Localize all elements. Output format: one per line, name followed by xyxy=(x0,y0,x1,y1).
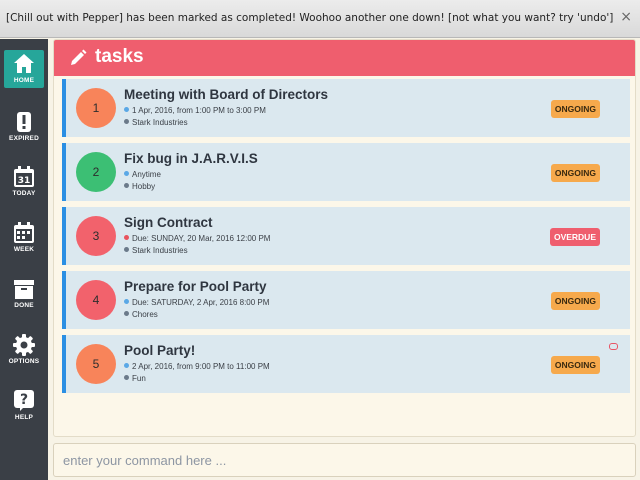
tag-dot-icon xyxy=(124,183,129,188)
sidebar-item-label: HELP xyxy=(14,414,34,421)
gear-icon xyxy=(13,334,35,356)
task-tag: Hobby xyxy=(132,182,156,191)
sidebar-item-label: EXPIRED xyxy=(9,135,39,142)
sidebar-item-help[interactable]: ? HELP xyxy=(4,387,44,425)
time-dot-icon xyxy=(124,363,129,368)
task-tag: Stark Industries xyxy=(132,118,188,127)
task-tag: Chores xyxy=(132,310,158,319)
tag-dot-icon xyxy=(124,311,129,316)
due-dot-icon xyxy=(124,235,129,240)
task-title: Meeting with Board of Directors xyxy=(124,87,329,102)
sidebar-item-today[interactable]: 31 TODAY xyxy=(4,163,44,201)
sidebar-item-done[interactable]: DONE xyxy=(4,275,44,313)
sidebar-item-home[interactable]: HOME xyxy=(4,50,44,88)
status-badge: OVERDUE xyxy=(549,228,600,246)
sidebar-item-label: WEEK xyxy=(13,246,35,253)
time-dot-icon xyxy=(124,107,129,112)
sidebar-item-expired[interactable]: EXPIRED xyxy=(4,108,44,146)
task-title: Sign Contract xyxy=(124,215,213,230)
task-card[interactable]: 1 Meeting with Board of Directors 1 Apr,… xyxy=(62,79,630,137)
sidebar-item-options[interactable]: OPTIONS xyxy=(4,331,44,369)
command-input[interactable] xyxy=(53,443,636,477)
task-title: Fix bug in J.A.R.V.I.S xyxy=(124,151,258,166)
sidebar-item-label: DONE xyxy=(14,302,34,309)
tag-dot-icon xyxy=(124,375,129,380)
task-tag: Stark Industries xyxy=(132,246,188,255)
exclamation-icon xyxy=(17,112,31,132)
tag-dot-icon xyxy=(124,247,129,252)
task-card[interactable]: 5 Pool Party! 2 Apr, 2016, from 9:00 PM … xyxy=(62,335,630,393)
task-card[interactable]: 2 Fix bug in J.A.R.V.I.S Anytime Hobby O… xyxy=(62,143,630,201)
notification-bar: [Chill out with Pepper] has been marked … xyxy=(0,0,640,38)
task-title: Pool Party! xyxy=(124,343,196,358)
home-icon xyxy=(14,54,34,73)
time-dot-icon xyxy=(124,171,129,176)
sidebar-item-week[interactable]: WEEK xyxy=(4,219,44,257)
task-number: 3 xyxy=(76,216,116,256)
sidebar: HOME EXPIRED 31 TODAY WEEK DONE OPTIONS … xyxy=(0,39,48,480)
status-badge: ONGOING xyxy=(550,356,600,374)
pencil-icon xyxy=(71,49,87,65)
notification-message: [Chill out with Pepper] has been marked … xyxy=(6,12,614,24)
svg-text:?: ? xyxy=(20,392,28,408)
calendar-week-icon xyxy=(14,222,34,243)
sidebar-item-label: TODAY xyxy=(12,190,36,197)
calendar-day-number: 31 xyxy=(18,176,31,186)
due-dot-icon xyxy=(124,299,129,304)
close-icon[interactable]: × xyxy=(620,9,632,25)
task-card[interactable]: 3 Sign Contract Due: SUNDAY, 20 Mar, 201… xyxy=(62,207,630,265)
task-number: 4 xyxy=(76,280,116,320)
sidebar-item-label: HOME xyxy=(13,77,35,84)
task-detail: 2 Apr, 2016, from 9:00 PM to 11:00 PM xyxy=(132,362,270,371)
question-icon: ? xyxy=(14,390,34,411)
main-panel: tasks 1 Meeting with Board of Directors … xyxy=(53,39,636,437)
status-badge: ONGOING xyxy=(550,292,600,310)
calendar-day-icon: 31 xyxy=(14,166,34,187)
task-detail: Due: SATURDAY, 2 Apr, 2016 8:00 PM xyxy=(132,298,270,307)
task-detail: Due: SUNDAY, 20 Mar, 2016 12:00 PM xyxy=(132,234,271,243)
tag-dot-icon xyxy=(124,119,129,124)
page-title: tasks xyxy=(95,46,144,67)
page-header: tasks xyxy=(54,40,635,76)
task-detail: 1 Apr, 2016, from 1:00 PM to 3:00 PM xyxy=(132,106,266,115)
task-number: 1 xyxy=(76,88,116,128)
recurring-icon xyxy=(609,343,618,350)
task-tag: Fun xyxy=(132,374,146,383)
archive-box-icon xyxy=(14,280,34,299)
task-card[interactable]: 4 Prepare for Pool Party Due: SATURDAY, … xyxy=(62,271,630,329)
sidebar-item-label: OPTIONS xyxy=(8,358,40,365)
task-detail: Anytime xyxy=(132,170,161,179)
task-title: Prepare for Pool Party xyxy=(124,279,267,294)
status-badge: ONGOING xyxy=(550,164,600,182)
status-badge: ONGOING xyxy=(550,100,600,118)
task-number: 2 xyxy=(76,152,116,192)
task-number: 5 xyxy=(76,344,116,384)
